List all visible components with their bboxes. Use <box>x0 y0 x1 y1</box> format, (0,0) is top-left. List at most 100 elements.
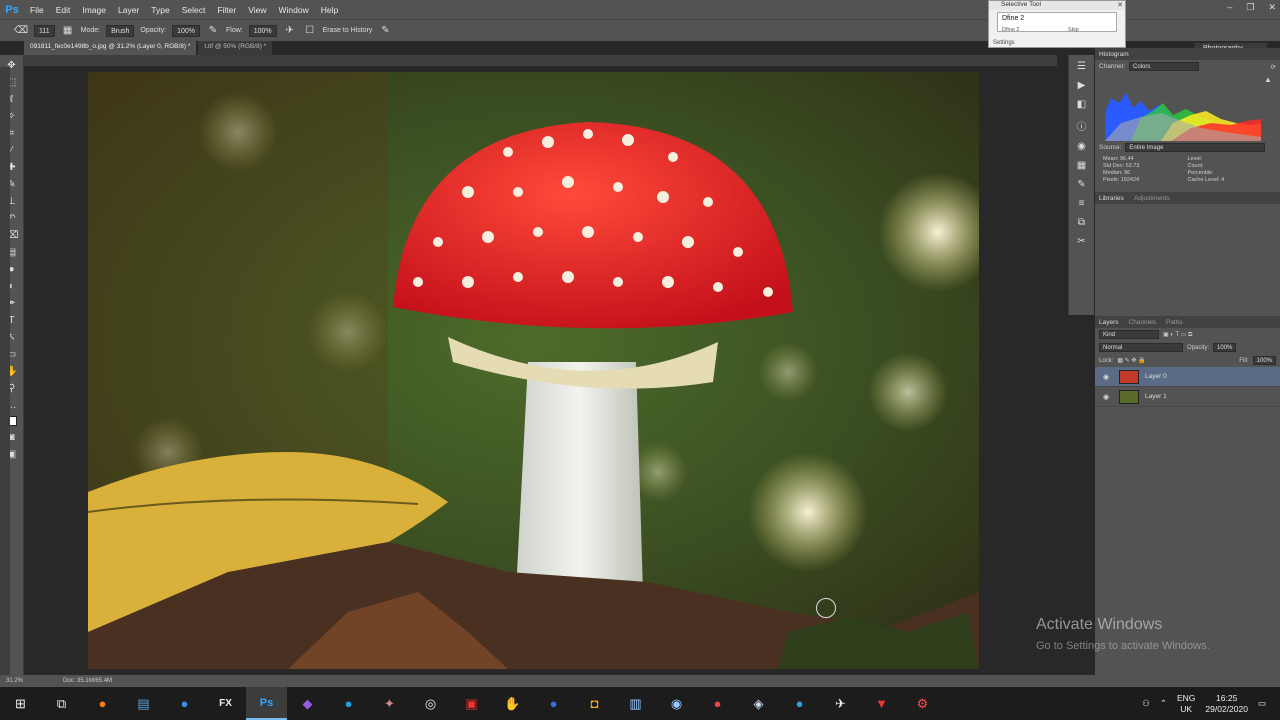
dfine-item[interactable]: Dfine 2 <box>1002 15 1024 22</box>
refresh-icon[interactable]: ⟳ <box>1271 63 1276 71</box>
eye-icon[interactable]: ◉ <box>1103 393 1113 401</box>
actions-panel-icon[interactable]: ▶ <box>1078 80 1086 91</box>
obs-icon[interactable]: ◎ <box>410 687 451 720</box>
minimize-button[interactable]: – <box>1227 2 1232 12</box>
close-icon[interactable]: ✕ <box>1117 1 1123 9</box>
flow-input[interactable]: 100% <box>248 24 277 37</box>
brush-panel-icon[interactable]: ▦ <box>61 24 75 38</box>
vivaldi-icon[interactable]: ▼ <box>861 687 902 720</box>
history-panel-icon[interactable]: ☰ <box>1077 61 1086 72</box>
menu-window[interactable]: Window <box>272 5 314 15</box>
task-view-icon[interactable]: ⧉ <box>41 687 82 720</box>
layer-row-layer-1[interactable]: ◉ Layer 1 <box>1095 387 1280 407</box>
menu-view[interactable]: View <box>242 5 272 15</box>
blend-mode-select[interactable]: Normal <box>1099 343 1183 352</box>
dfine-sub: Dfine 2 <box>1002 27 1020 33</box>
clone-source-icon[interactable]: ⧉ <box>1078 217 1085 228</box>
opacity-input[interactable]: 100% <box>172 24 200 37</box>
app-tool-icon[interactable]: ✦ <box>369 687 410 720</box>
skype-icon[interactable]: ● <box>328 687 369 720</box>
menu-edit[interactable]: Edit <box>50 5 77 15</box>
settings-button[interactable]: Settings <box>993 40 1015 46</box>
close-button[interactable]: ✕ <box>1268 2 1276 13</box>
properties-panel-icon[interactable]: ≡ <box>1079 198 1085 209</box>
app-green-icon[interactable]: ◈ <box>738 687 779 720</box>
tab-channels[interactable]: Channels <box>1129 319 1156 326</box>
tab-t-tif[interactable]: t.tif @ 50% (RGB/8) * <box>198 41 273 55</box>
stat-cache: Cache Level: 4 <box>1187 177 1225 183</box>
source-select[interactable]: Entire Image <box>1125 143 1266 152</box>
filter-icons[interactable]: ▣ ◐ T ▭ ⧉ <box>1163 331 1192 339</box>
eraser-tool-icon[interactable]: ⌫ <box>14 24 28 38</box>
swatches-panel-icon[interactable]: ▦ <box>1077 160 1086 171</box>
channel-select[interactable]: Colors <box>1129 62 1200 71</box>
menu-file[interactable]: File <box>24 5 50 15</box>
stat-count: Count: <box>1187 163 1204 169</box>
selective-tool-list[interactable]: Dfine 2 Dfine 2 Skip <box>997 12 1117 33</box>
explorer-icon[interactable]: ▤ <box>123 687 164 720</box>
lock-icons[interactable]: ▦ ✎ ✥ 🔒 <box>1117 357 1145 364</box>
clock[interactable]: 16:25 29/02/2020 <box>1205 693 1248 715</box>
app-red-icon[interactable]: ✋ <box>492 687 533 720</box>
adjustments-panel-icon[interactable]: ◧ <box>1077 99 1086 110</box>
airbrush-icon[interactable]: ✈ <box>283 24 297 38</box>
kind-select[interactable]: Kind <box>1099 330 1159 339</box>
brush-size-picker[interactable]: 111 <box>34 24 55 37</box>
notepad-icon[interactable]: ▥ <box>615 687 656 720</box>
filezilla-icon[interactable]: ▣ <box>451 687 492 720</box>
app-yellow-icon[interactable]: ◘ <box>574 687 615 720</box>
channel-label: Channel: <box>1099 63 1126 70</box>
color-panel-icon[interactable]: ◉ <box>1077 141 1086 152</box>
windows-start-icon[interactable]: ⊞ <box>0 687 41 720</box>
tab-adjustments[interactable]: Adjustments <box>1134 195 1170 202</box>
tab-paths[interactable]: Paths <box>1166 319 1183 326</box>
menu-help[interactable]: Help <box>315 5 344 15</box>
tab-layers[interactable]: Layers <box>1099 319 1119 326</box>
fx-icon[interactable]: FX <box>205 687 246 720</box>
brushes-panel-icon[interactable]: ✎ <box>1077 179 1085 190</box>
mode-select[interactable]: Brush <box>106 24 135 37</box>
layer-row-layer-0[interactable]: ◉ Layer 0 <box>1095 367 1280 387</box>
firefox-icon[interactable]: ● <box>82 687 123 720</box>
warning-icon[interactable]: ▲ <box>1264 75 1272 84</box>
menu-type[interactable]: Type <box>145 5 175 15</box>
app-blue-icon[interactable]: ● <box>533 687 574 720</box>
menu-layer[interactable]: Layer <box>112 5 145 15</box>
layer-opacity-input[interactable]: 100% <box>1213 343 1237 352</box>
edge-blue-icon[interactable]: ● <box>164 687 205 720</box>
layers-header: Layers Channels Paths <box>1095 316 1280 328</box>
layer-thumbnail <box>1119 389 1139 404</box>
people-icon[interactable]: ⚇ <box>1142 698 1150 709</box>
vertical-ruler <box>0 67 10 675</box>
zoom-level[interactable]: 31.2% <box>6 678 23 684</box>
tool-presets-icon[interactable]: ✂ <box>1077 236 1085 247</box>
pressure-size-icon[interactable]: ✎ <box>378 24 392 38</box>
chrome-icon[interactable]: ● <box>697 687 738 720</box>
pressure-opacity-icon[interactable]: ✎ <box>206 24 220 38</box>
tab-histogram[interactable]: Histogram <box>1099 51 1129 58</box>
fill-input[interactable]: 100% <box>1252 356 1276 365</box>
doc-size: Doc: 35.1M/65.4M <box>63 678 113 684</box>
menu-image[interactable]: Image <box>76 5 112 15</box>
menu-filter[interactable]: Filter <box>211 5 242 15</box>
notifications-icon[interactable]: ▭ <box>1258 698 1266 709</box>
chevron-up-icon[interactable]: ⌃ <box>1160 698 1167 709</box>
tab-mushroom[interactable]: 091811_fec0e1498b_o.jpg @ 31.2% (Layer 0… <box>24 41 197 55</box>
app-last-icon[interactable]: ⚙ <box>902 687 943 720</box>
document-tabs: 091811_fec0e1498b_o.jpg @ 31.2% (Layer 0… <box>24 41 273 55</box>
info-panel-icon[interactable]: ⓘ <box>1077 118 1087 133</box>
edge-icon[interactable]: ● <box>779 687 820 720</box>
maximize-button[interactable]: ❐ <box>1246 2 1254 13</box>
eye-icon[interactable]: ◉ <box>1103 373 1113 381</box>
app-purple-icon[interactable]: ◆ <box>287 687 328 720</box>
steam-icon[interactable]: ◉ <box>656 687 697 720</box>
menu-select[interactable]: Select <box>176 5 212 15</box>
skip-button[interactable]: Skip <box>1068 27 1079 33</box>
tab-libraries[interactable]: Libraries <box>1099 195 1124 202</box>
app-gear-icon[interactable]: ✈ <box>820 687 861 720</box>
photoshop-icon[interactable]: Ps <box>246 687 287 720</box>
mushroom-photo[interactable] <box>88 72 979 669</box>
erase-history-checkbox[interactable]: ☐ <box>303 24 317 38</box>
selective-tool-panel: Selective Tool ✕ Dfine 2 Dfine 2 Skip Se… <box>988 0 1126 48</box>
language-indicator[interactable]: ENG UK <box>1177 693 1195 715</box>
